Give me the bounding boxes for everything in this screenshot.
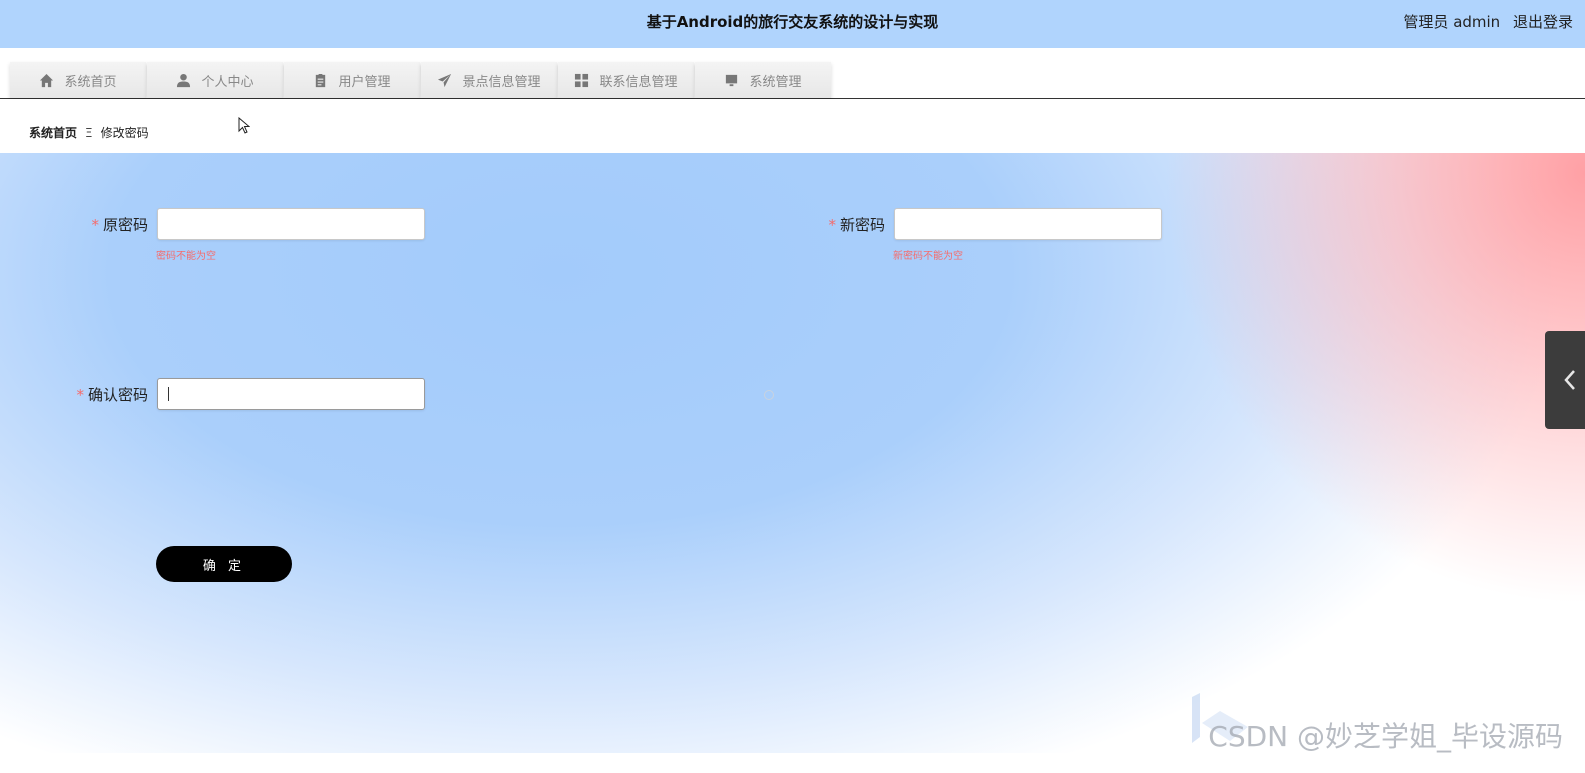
breadcrumb-separator: Ξ xyxy=(85,125,93,140)
old-password-label-text: 原密码 xyxy=(102,216,148,234)
side-panel-toggle[interactable] xyxy=(1545,331,1585,429)
new-password-label: * 新密码 xyxy=(786,208,885,242)
old-password-error: 密码不能为空 xyxy=(156,251,216,262)
watermark: CSDN @妙芝学姐_毕设源码 xyxy=(1208,720,1563,753)
logout-link[interactable]: 退出登录 xyxy=(1513,13,1573,31)
breadcrumb-bar: 系统首页 Ξ 修改密码 xyxy=(0,99,1585,153)
text-caret xyxy=(168,387,169,401)
nav-tab-label: 联系信息管理 xyxy=(599,74,678,90)
nav-tab-label: 系统管理 xyxy=(749,74,802,90)
confirm-password-label: * 确认密码 xyxy=(40,378,148,412)
nav-tab-system[interactable]: 系统管理 xyxy=(695,62,831,98)
paper-plane-icon xyxy=(438,73,452,87)
required-mark: * xyxy=(828,216,836,234)
old-password-label: * 原密码 xyxy=(50,208,148,242)
breadcrumb-home[interactable]: 系统首页 xyxy=(29,124,77,141)
grid-icon xyxy=(575,73,589,87)
main-content: * 原密码 密码不能为空 * 新密码 新密码不能为空 * 确认密码 确 定 xyxy=(0,153,1585,753)
confirm-button[interactable]: 确 定 xyxy=(156,546,292,582)
user-icon xyxy=(177,73,191,87)
breadcrumb: 系统首页 Ξ 修改密码 xyxy=(29,124,149,141)
confirm-password-label-text: 确认密码 xyxy=(87,386,148,404)
top-header: 基于Android的旅行交友系统的设计与实现 管理员 admin 退出登录 xyxy=(0,0,1585,48)
user-label: 管理员 admin xyxy=(1403,13,1501,31)
breadcrumb-current: 修改密码 xyxy=(100,126,149,140)
required-mark: * xyxy=(91,216,99,234)
old-password-input[interactable] xyxy=(157,208,425,240)
nav-tab-profile[interactable]: 个人中心 xyxy=(147,62,283,98)
new-password-error: 新密码不能为空 xyxy=(893,251,963,262)
nav-tab-scenic[interactable]: 景点信息管理 xyxy=(421,62,557,98)
app-title: 基于Android的旅行交友系统的设计与实现 xyxy=(646,13,939,31)
new-password-input[interactable] xyxy=(894,208,1162,240)
chevron-left-icon xyxy=(1564,370,1575,390)
confirm-password-input[interactable] xyxy=(157,378,425,410)
home-icon xyxy=(40,73,54,87)
user-area: 管理员 admin 退出登录 xyxy=(1395,0,1573,44)
nav-tab-label: 景点信息管理 xyxy=(462,74,541,90)
nav-tab-users[interactable]: 用户管理 xyxy=(284,62,420,98)
nav-tab-contact[interactable]: 联系信息管理 xyxy=(558,62,694,98)
nav-tab-label: 用户管理 xyxy=(338,74,391,90)
nav-bar: 系统首页 个人中心 用户管理 景点信息管理 联系信息管理 系统管理 xyxy=(0,48,1585,99)
nav-tabs: 系统首页 个人中心 用户管理 景点信息管理 联系信息管理 系统管理 xyxy=(10,62,832,98)
nav-tab-label: 个人中心 xyxy=(201,74,254,90)
nav-tab-home[interactable]: 系统首页 xyxy=(10,62,146,98)
mouse-cursor-icon xyxy=(238,117,250,134)
nav-tab-label: 系统首页 xyxy=(64,74,117,90)
new-password-label-text: 新密码 xyxy=(839,216,885,234)
decorative-dot xyxy=(764,390,774,400)
monitor-icon xyxy=(726,74,738,86)
clipboard-icon xyxy=(316,73,326,87)
required-mark: * xyxy=(76,386,84,404)
